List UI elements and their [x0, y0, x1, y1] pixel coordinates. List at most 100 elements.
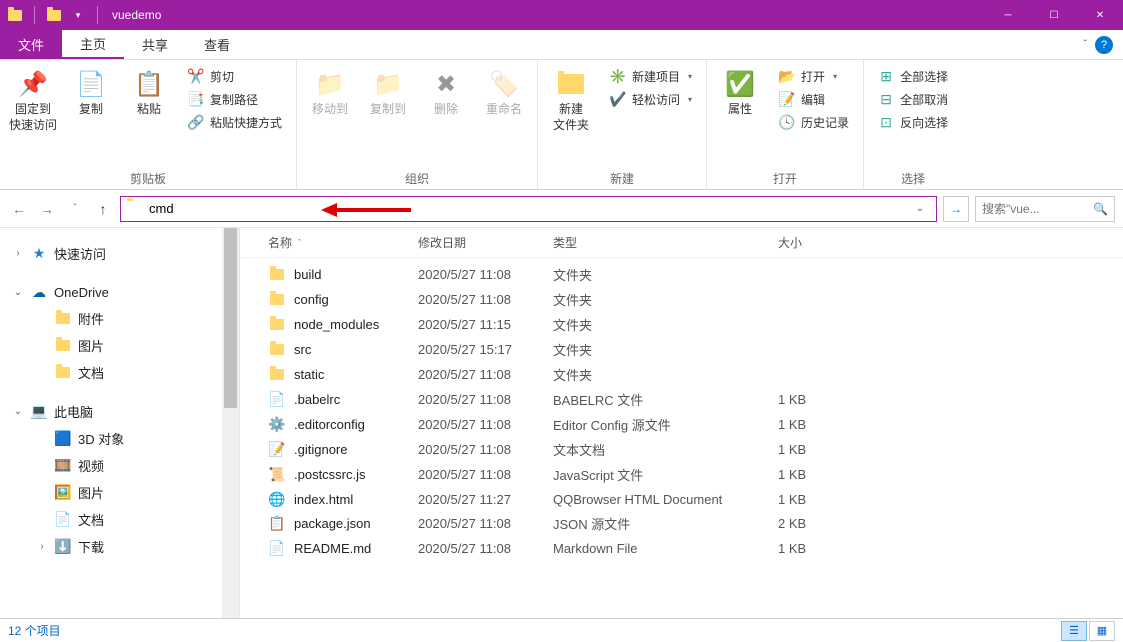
paste-button[interactable]: 📋 粘贴 [122, 64, 176, 122]
new-folder-button[interactable]: 新建 文件夹 [544, 64, 598, 137]
folder-icon [268, 266, 286, 284]
copy-button[interactable]: 📄 复制 [64, 64, 118, 122]
easy-access-button[interactable]: ✔️轻松访问▾ [606, 89, 696, 110]
file-row[interactable]: 📝 .gitignore 2020/5/27 11:08 文本文档 1 KB [240, 437, 1123, 462]
copy-path-button[interactable]: 📑复制路径 [184, 89, 286, 110]
rename-icon: 🏷️ [488, 68, 520, 100]
sidebar-item-onedrive[interactable]: ⌄ ☁ OneDrive [12, 279, 222, 305]
up-button[interactable]: ↑ [92, 198, 114, 220]
sidebar-item[interactable]: ›⬇️下载 [12, 533, 222, 560]
ribbon-group-select: ⊞全部选择 ⊟全部取消 ⊡反向选择 选择 [864, 60, 962, 189]
cut-button[interactable]: ✂️剪切 [184, 66, 286, 87]
file-row[interactable]: build 2020/5/27 11:08 文件夹 [240, 262, 1123, 287]
folder-icon: 🎞️ [54, 457, 72, 475]
pin-quickaccess-button[interactable]: 📌 固定到 快速访问 [6, 64, 60, 137]
folder-icon [268, 316, 286, 334]
file-row[interactable]: 🌐 index.html 2020/5/27 11:27 QQBrowser H… [240, 487, 1123, 511]
search-box[interactable]: 🔍 [975, 196, 1115, 222]
rename-button[interactable]: 🏷️ 重命名 [477, 64, 531, 122]
address-bar-row: ← → ˇ ↑ ⌄ → 🔍 [0, 190, 1123, 228]
html-icon: 🌐 [268, 490, 286, 508]
file-row[interactable]: src 2020/5/27 15:17 文件夹 [240, 337, 1123, 362]
address-dropdown[interactable]: ⌄ [910, 203, 930, 214]
view-icons-button[interactable]: ▦ [1089, 621, 1115, 641]
item-count: 12 个项目 [8, 622, 61, 639]
column-name[interactable]: 名称ˆ [268, 234, 418, 251]
edit-button[interactable]: 📝编辑 [775, 89, 853, 110]
sidebar-item[interactable]: 文档 [12, 359, 222, 386]
file-row[interactable]: 📄 README.md 2020/5/27 11:08 Markdown Fil… [240, 536, 1123, 560]
move-to-button[interactable]: 📁 移动到 [303, 64, 357, 122]
properties-icon: ✅ [724, 68, 756, 100]
chevron-right-icon[interactable]: › [12, 248, 24, 259]
titlebar: ▾ vuedemo ─ ☐ ✕ [0, 0, 1123, 30]
column-size[interactable]: 大小 [778, 234, 858, 251]
help-button[interactable]: ? [1095, 36, 1113, 54]
file-row[interactable]: 📋 package.json 2020/5/27 11:08 JSON 源文件 … [240, 511, 1123, 536]
path-icon: 📑 [188, 92, 204, 108]
file-list: build 2020/5/27 11:08 文件夹 config 2020/5/… [240, 258, 1123, 618]
sidebar-item[interactable]: 🖼️图片 [12, 479, 222, 506]
search-input[interactable] [982, 202, 1089, 216]
cloud-icon: ☁ [30, 283, 48, 301]
sidebar-item[interactable]: 🎞️视频 [12, 452, 222, 479]
delete-icon: ✖ [430, 68, 462, 100]
file-row[interactable]: 📄 .babelrc 2020/5/27 11:08 BABELRC 文件 1 … [240, 387, 1123, 412]
copy-to-button[interactable]: 📁 复制到 [361, 64, 415, 122]
selectnone-icon: ⊟ [878, 92, 894, 108]
newitem-icon: ✳️ [610, 69, 626, 85]
sidebar-item[interactable]: 🟦3D 对象 [12, 425, 222, 452]
properties-button[interactable]: ✅ 属性 [713, 64, 767, 122]
view-details-button[interactable]: ☰ [1061, 621, 1087, 641]
file-row[interactable]: 📜 .postcssrc.js 2020/5/27 11:08 JavaScri… [240, 462, 1123, 487]
moveto-icon: 📁 [314, 68, 346, 100]
back-button[interactable]: ← [8, 198, 30, 220]
folder-new-icon[interactable] [45, 6, 63, 24]
sidebar-item[interactable]: 图片 [12, 332, 222, 359]
history-icon: 🕓 [779, 115, 795, 131]
navigation-pane: › ★ 快速访问 ⌄ ☁ OneDrive 附件图片文档 ⌄ 💻 此电脑 [0, 228, 240, 618]
chevron-down-icon[interactable]: ⌄ [12, 406, 24, 417]
sidebar-item-thispc[interactable]: ⌄ 💻 此电脑 [12, 398, 222, 425]
sidebar-scrollbar[interactable] [222, 228, 239, 618]
invert-selection-button[interactable]: ⊡反向选择 [874, 112, 952, 133]
file-row[interactable]: config 2020/5/27 11:08 文件夹 [240, 287, 1123, 312]
delete-button[interactable]: ✖ 删除 [419, 64, 473, 122]
column-date[interactable]: 修改日期 [418, 234, 553, 251]
history-button[interactable]: 🕓历史记录 [775, 112, 853, 133]
column-type[interactable]: 类型 [553, 234, 778, 251]
close-button[interactable]: ✕ [1077, 0, 1123, 30]
computer-icon: 💻 [30, 403, 48, 421]
paste-shortcut-button[interactable]: 🔗粘贴快捷方式 [184, 112, 286, 133]
ribbon-collapse-button[interactable]: ˇ [1084, 39, 1087, 50]
qat-dropdown[interactable]: ▾ [69, 6, 87, 24]
sidebar-item-quickaccess[interactable]: › ★ 快速访问 [12, 240, 222, 267]
sidebar-item[interactable]: 附件 [12, 305, 222, 332]
maximize-button[interactable]: ☐ [1031, 0, 1077, 30]
file-row[interactable]: static 2020/5/27 11:08 文件夹 [240, 362, 1123, 387]
selectall-icon: ⊞ [878, 69, 894, 85]
tab-share[interactable]: 共享 [124, 30, 186, 59]
main-area: › ★ 快速访问 ⌄ ☁ OneDrive 附件图片文档 ⌄ 💻 此电脑 [0, 228, 1123, 618]
chevron-down-icon[interactable]: ⌄ [12, 287, 24, 298]
address-bar[interactable]: ⌄ [120, 196, 937, 222]
file-row[interactable]: node_modules 2020/5/27 11:15 文件夹 [240, 312, 1123, 337]
tab-home[interactable]: 主页 [62, 30, 124, 59]
recent-dropdown[interactable]: ˇ [64, 198, 86, 220]
tab-view[interactable]: 查看 [186, 30, 248, 59]
file-row[interactable]: ⚙️ .editorconfig 2020/5/27 11:08 Editor … [240, 412, 1123, 437]
open-button[interactable]: 📂打开▾ [775, 66, 853, 87]
forward-button[interactable]: → [36, 198, 58, 220]
new-item-button[interactable]: ✳️新建项目▾ [606, 66, 696, 87]
copy-icon: 📄 [75, 68, 107, 100]
tab-file[interactable]: 文件 [0, 30, 62, 59]
go-button[interactable]: → [943, 196, 969, 222]
sidebar-item[interactable]: 📄文档 [12, 506, 222, 533]
address-input[interactable] [149, 197, 904, 221]
select-all-button[interactable]: ⊞全部选择 [874, 66, 952, 87]
select-none-button[interactable]: ⊟全部取消 [874, 89, 952, 110]
scissors-icon: ✂️ [188, 69, 204, 85]
folder-icon [127, 201, 143, 217]
minimize-button[interactable]: ─ [985, 0, 1031, 30]
open-icon: 📂 [779, 69, 795, 85]
